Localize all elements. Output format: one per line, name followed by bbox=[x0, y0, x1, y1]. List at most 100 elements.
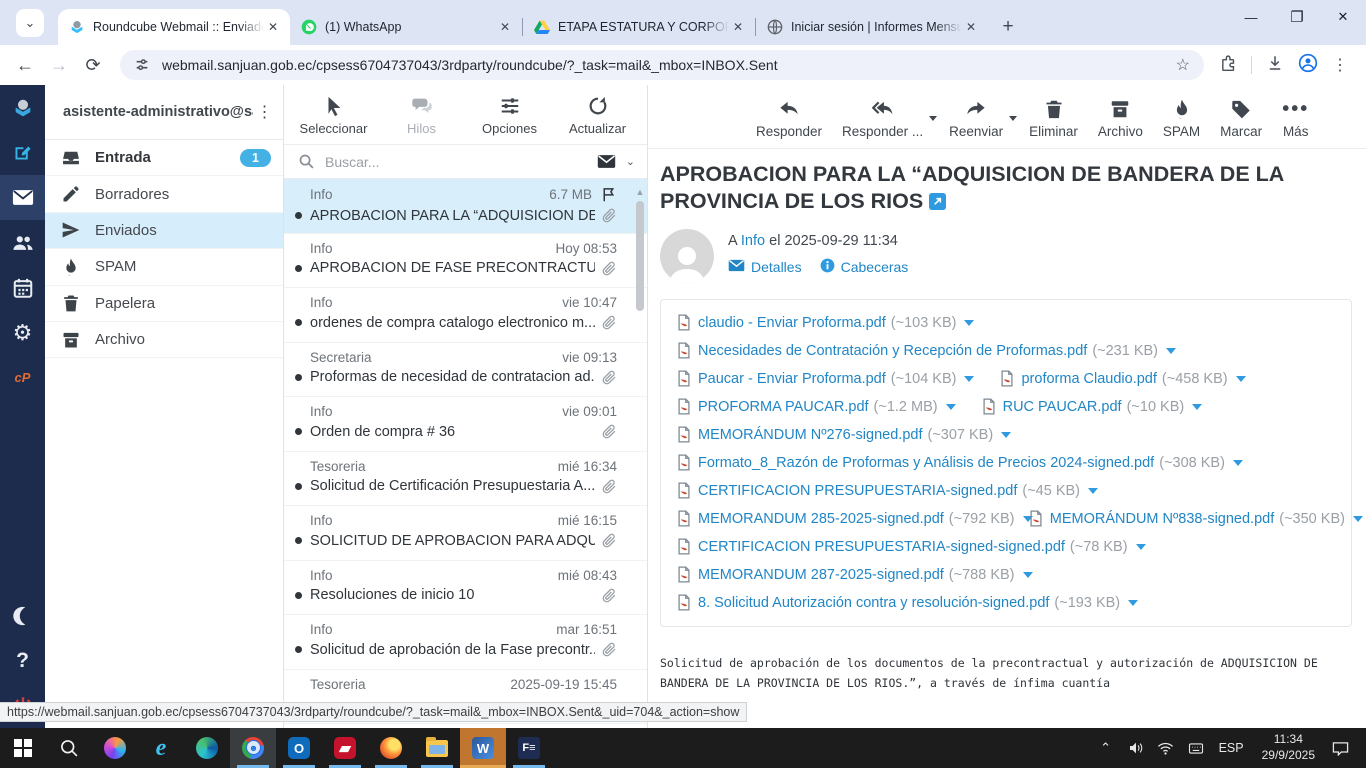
taskbar-start-button[interactable] bbox=[0, 728, 46, 768]
taskbar-chrome-button[interactable]: ☻ bbox=[230, 728, 276, 768]
taskbar-firefox-button[interactable] bbox=[368, 728, 414, 768]
attachment-item[interactable]: CERTIFICACION PRESUPUESTARIA-signed-sign… bbox=[677, 538, 1146, 555]
taskbar-search-button[interactable] bbox=[46, 728, 92, 768]
scrollbar-thumb[interactable] bbox=[636, 201, 644, 311]
actualizar-button[interactable]: Actualizar bbox=[559, 93, 637, 136]
attachment-name[interactable]: claudio - Enviar Proforma.pdf bbox=[698, 315, 886, 331]
recipient-link[interactable]: Info bbox=[741, 233, 765, 249]
seleccionar-button[interactable]: Seleccionar bbox=[295, 93, 373, 136]
attachment-item[interactable]: RUC PAUCAR.pdf(~10 KB) bbox=[982, 398, 1203, 415]
details-link[interactable]: Detalles bbox=[728, 259, 802, 275]
taskbar-edge-button[interactable] bbox=[184, 728, 230, 768]
attachment-name[interactable]: Paucar - Enviar Proforma.pdf bbox=[698, 371, 886, 387]
open-in-new-window-icon[interactable] bbox=[929, 193, 946, 210]
attachment-item[interactable]: MEMORANDUM 285-2025-signed.pdf(~792 KB) bbox=[677, 510, 1003, 527]
attachment-menu-caret-icon[interactable] bbox=[1023, 572, 1033, 578]
attachment-name[interactable]: MEMORÁNDUM Nº276-signed.pdf bbox=[698, 427, 922, 443]
message-list-row[interactable]: Infomié 08:43Resoluciones de inicio 10 bbox=[284, 561, 647, 616]
attachment-name[interactable]: Necesidades de Contratación y Recepción … bbox=[698, 343, 1087, 359]
attachment-name[interactable]: proforma Claudio.pdf bbox=[1021, 371, 1156, 387]
attachment-name[interactable]: MEMORANDUM 285-2025-signed.pdf bbox=[698, 511, 944, 527]
responder-button[interactable]: Responder bbox=[746, 95, 832, 139]
taskbar-ie-button[interactable]: e bbox=[138, 728, 184, 768]
más-button[interactable]: •••Más bbox=[1272, 95, 1319, 139]
darkmode-rail-button[interactable] bbox=[0, 593, 45, 638]
attachment-menu-caret-icon[interactable] bbox=[1166, 348, 1176, 354]
sidebar-item-spam[interactable]: SPAM bbox=[45, 249, 283, 285]
language-indicator[interactable]: ESP bbox=[1213, 741, 1250, 755]
attachment-item[interactable]: PROFORMA PAUCAR.pdf(~1.2 MB) bbox=[677, 398, 956, 415]
downloads-icon[interactable] bbox=[1266, 54, 1284, 77]
attachment-item[interactable]: MEMORANDUM 287-2025-signed.pdf(~788 KB) bbox=[677, 566, 1033, 583]
search-scope-envelope-icon[interactable] bbox=[597, 154, 616, 169]
taskbar-outlook-button[interactable]: O bbox=[276, 728, 322, 768]
sidebar-item-papelera[interactable]: Papelera bbox=[45, 286, 283, 322]
attachment-name[interactable]: Formato_8_Razón de Proformas y Análisis … bbox=[698, 455, 1154, 471]
list-scrollbar[interactable]: ▲▼ bbox=[635, 187, 645, 720]
attachment-name[interactable]: MEMORÁNDUM Nº838-signed.pdf bbox=[1050, 511, 1274, 527]
help-rail-button[interactable]: ? bbox=[0, 638, 45, 683]
message-list-row[interactable]: Secretariavie 09:13Proformas de necesida… bbox=[284, 343, 647, 398]
tab-search-button[interactable]: ⌄ bbox=[16, 9, 44, 37]
attachment-menu-caret-icon[interactable] bbox=[1088, 488, 1098, 494]
attachment-name[interactable]: MEMORANDUM 287-2025-signed.pdf bbox=[698, 567, 944, 583]
attachment-item[interactable]: Formato_8_Razón de Proformas y Análisis … bbox=[677, 454, 1243, 471]
search-input[interactable] bbox=[325, 154, 597, 170]
contacts-rail-button[interactable] bbox=[0, 220, 45, 265]
message-list-row[interactable]: Infovie 10:47ordenes de compra catalogo … bbox=[284, 288, 647, 343]
message-list-row[interactable]: Info6.7 MBAPROBACION PARA LA “ADQUISICIO… bbox=[284, 179, 647, 234]
attachment-item[interactable]: proforma Claudio.pdf(~458 KB) bbox=[1000, 370, 1245, 387]
profile-avatar-icon[interactable] bbox=[1298, 53, 1318, 78]
taskbar-copilot-button[interactable] bbox=[92, 728, 138, 768]
tab-close-icon[interactable]: ✕ bbox=[264, 18, 282, 36]
attachment-menu-caret-icon[interactable] bbox=[1136, 544, 1146, 550]
attachment-item[interactable]: Necesidades de Contratación y Recepción … bbox=[677, 342, 1176, 359]
attachment-item[interactable]: claudio - Enviar Proforma.pdf(~103 KB) bbox=[677, 314, 974, 331]
flag-icon[interactable] bbox=[600, 186, 617, 203]
browser-tab-active[interactable]: Roundcube Webmail :: Enviados✕ bbox=[58, 9, 290, 45]
compose-rail-button[interactable] bbox=[0, 130, 45, 175]
settings-gear-rail-button[interactable]: ⚙ bbox=[0, 310, 45, 355]
taskbar-acrobat-button[interactable]: ▰ bbox=[322, 728, 368, 768]
search-options-chevron-icon[interactable]: ⌄ bbox=[626, 155, 635, 168]
opciones-button[interactable]: Opciones bbox=[471, 93, 549, 136]
spam-button[interactable]: SPAM bbox=[1153, 95, 1210, 139]
headers-link[interactable]: Cabeceras bbox=[820, 258, 909, 276]
clock[interactable]: 11:34 29/9/2025 bbox=[1254, 732, 1323, 763]
attachment-name[interactable]: CERTIFICACION PRESUPUESTARIA-signed-sign… bbox=[698, 539, 1065, 555]
eliminar-button[interactable]: Eliminar bbox=[1019, 95, 1088, 139]
wifi-icon[interactable] bbox=[1153, 742, 1179, 755]
attachment-name[interactable]: 8. Solicitud Autorización contra y resol… bbox=[698, 595, 1049, 611]
bookmark-star-icon[interactable]: ☆ bbox=[1176, 55, 1190, 75]
archivo-button[interactable]: Archivo bbox=[1088, 95, 1153, 139]
sidebar-item-entrada[interactable]: Entrada1 bbox=[45, 140, 283, 176]
attachment-item[interactable]: MEMORÁNDUM Nº838-signed.pdf(~350 KB) bbox=[1029, 510, 1335, 527]
extensions-icon[interactable] bbox=[1220, 54, 1237, 76]
message-list-row[interactable]: InfoHoy 08:53APROBACION DE FASE PRECONTR… bbox=[284, 234, 647, 289]
site-settings-icon[interactable] bbox=[134, 57, 150, 73]
responder--button[interactable]: Responder ... bbox=[832, 95, 933, 139]
taskbar-explorer-button[interactable] bbox=[414, 728, 460, 768]
attachment-menu-caret-icon[interactable] bbox=[964, 320, 974, 326]
attachment-name[interactable]: RUC PAUCAR.pdf bbox=[1003, 399, 1122, 415]
address-bar[interactable]: webmail.sanjuan.gob.ec/cpsess6704737043/… bbox=[120, 50, 1204, 80]
forward-button[interactable]: → bbox=[44, 50, 74, 80]
attachment-item[interactable]: 8. Solicitud Autorización contra y resol… bbox=[677, 594, 1138, 611]
message-list-row[interactable]: Tesoreriamié 16:34Solicitud de Certifica… bbox=[284, 452, 647, 507]
action-center-icon[interactable] bbox=[1327, 741, 1353, 756]
browser-tab[interactable]: ETAPA ESTATURA Y CORPORAL✕ bbox=[523, 9, 755, 45]
mail-rail-button[interactable] bbox=[0, 175, 45, 220]
taskbar-word-button[interactable]: W bbox=[460, 728, 506, 768]
tab-close-icon[interactable]: ✕ bbox=[729, 18, 747, 36]
minimize-button[interactable]: — bbox=[1228, 0, 1274, 34]
menu-kebab-icon[interactable]: ⋮ bbox=[1332, 55, 1348, 75]
attachment-menu-caret-icon[interactable] bbox=[1128, 600, 1138, 606]
tab-close-icon[interactable]: ✕ bbox=[496, 18, 514, 36]
attachment-item[interactable]: MEMORÁNDUM Nº276-signed.pdf(~307 KB) bbox=[677, 426, 1011, 443]
attachment-item[interactable]: Paucar - Enviar Proforma.pdf(~104 KB) bbox=[677, 370, 974, 387]
scroll-up-icon[interactable]: ▲ bbox=[635, 187, 645, 197]
attachment-menu-caret-icon[interactable] bbox=[946, 404, 956, 410]
cpanel-rail-button[interactable]: cP bbox=[0, 355, 45, 400]
attachment-name[interactable]: PROFORMA PAUCAR.pdf bbox=[698, 399, 869, 415]
attachment-menu-caret-icon[interactable] bbox=[1192, 404, 1202, 410]
